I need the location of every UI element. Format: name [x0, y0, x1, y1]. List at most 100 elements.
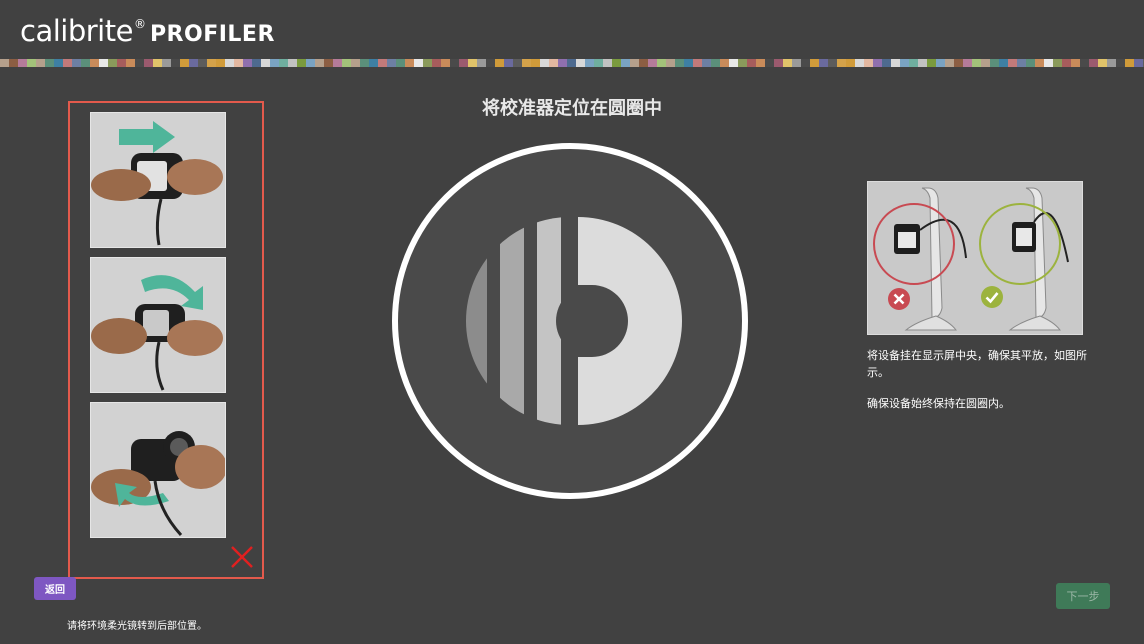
placement-instruction: 将设备挂在显示屏中央，确保其平放，如图所示。	[867, 349, 1087, 379]
color-swatch	[999, 59, 1008, 67]
color-swatch	[441, 59, 450, 67]
color-swatch	[261, 59, 270, 67]
color-swatch	[45, 59, 54, 67]
color-swatch	[585, 59, 594, 67]
color-swatch	[252, 59, 261, 67]
color-swatch	[477, 59, 486, 67]
color-swatch	[603, 59, 612, 67]
next-button[interactable]: 下一步	[1056, 583, 1110, 609]
color-swatch	[765, 59, 774, 67]
color-swatch	[126, 59, 135, 67]
color-swatch	[414, 59, 423, 67]
color-swatch	[1035, 59, 1044, 67]
color-swatch	[333, 59, 342, 67]
color-swatch	[720, 59, 729, 67]
profiler-window: calibrite ® PROFILER 将校准器定位在圆圈中 将设备挂在显示屏…	[0, 0, 1144, 644]
color-swatch	[324, 59, 333, 67]
color-swatch	[531, 59, 540, 67]
diffuser-step-2-image	[90, 257, 226, 393]
color-swatch	[756, 59, 765, 67]
monitor-placement-image	[867, 181, 1083, 335]
color-swatch	[891, 59, 900, 67]
color-swatch	[828, 59, 837, 67]
color-swatch	[297, 59, 306, 67]
color-swatch	[0, 59, 9, 67]
color-swatch	[936, 59, 945, 67]
color-swatch	[18, 59, 27, 67]
diffuser-step-1-image	[90, 112, 226, 248]
color-swatch	[747, 59, 756, 67]
color-swatch	[927, 59, 936, 67]
color-swatch	[396, 59, 405, 67]
color-swatch	[666, 59, 675, 67]
color-swatch	[954, 59, 963, 67]
color-swatch	[153, 59, 162, 67]
color-swatch	[198, 59, 207, 67]
app-header: calibrite ® PROFILER	[0, 0, 1144, 58]
color-swatch	[567, 59, 576, 67]
calibrator-target-circle	[391, 142, 749, 500]
color-swatch	[486, 59, 495, 67]
color-swatch	[981, 59, 990, 67]
keep-in-circle-instruction: 确保设备始终保持在圆圈内。	[867, 397, 1010, 410]
diffuser-hint-text: 请将环境柔光镜转到后部位置。	[67, 621, 207, 632]
color-swatch	[513, 59, 522, 67]
color-swatch	[1089, 59, 1098, 67]
color-swatch	[468, 59, 477, 67]
color-swatch	[873, 59, 882, 67]
color-swatch	[846, 59, 855, 67]
color-swatch	[657, 59, 666, 67]
color-swatch	[945, 59, 954, 67]
color-swatch	[675, 59, 684, 67]
color-swatch	[783, 59, 792, 67]
check-circle-icon	[980, 285, 1004, 309]
color-swatch	[1026, 59, 1035, 67]
color-swatch	[774, 59, 783, 67]
color-swatch	[1044, 59, 1053, 67]
color-swatch	[315, 59, 324, 67]
color-swatch	[900, 59, 909, 67]
color-swatch	[1125, 59, 1134, 67]
color-swatch	[648, 59, 657, 67]
color-swatch	[792, 59, 801, 67]
color-swatch	[27, 59, 36, 67]
color-swatch	[558, 59, 567, 67]
color-swatch	[270, 59, 279, 67]
color-swatch	[1053, 59, 1062, 67]
close-x-icon[interactable]	[230, 545, 254, 569]
color-swatch	[369, 59, 378, 67]
color-swatch	[1017, 59, 1026, 67]
color-swatch	[963, 59, 972, 67]
color-swatch	[117, 59, 126, 67]
logo-registered-mark: ®	[133, 17, 146, 31]
color-swatch	[522, 59, 531, 67]
color-swatch	[837, 59, 846, 67]
color-swatch	[81, 59, 90, 67]
color-swatch	[360, 59, 369, 67]
color-swatch	[405, 59, 414, 67]
color-swatch	[54, 59, 63, 67]
color-swatch	[144, 59, 153, 67]
color-swatch	[225, 59, 234, 67]
logo-brand-text: calibrite	[20, 14, 133, 48]
color-swatch	[711, 59, 720, 67]
color-swatch	[243, 59, 252, 67]
color-swatch	[180, 59, 189, 67]
color-swatch	[540, 59, 549, 67]
color-swatch	[819, 59, 828, 67]
color-swatch	[9, 59, 18, 67]
color-swatch	[135, 59, 144, 67]
color-swatch	[864, 59, 873, 67]
color-swatch	[1071, 59, 1080, 67]
color-swatch	[630, 59, 639, 67]
back-button[interactable]: 返回	[34, 577, 76, 600]
page-title: 将校准器定位在圆圈中	[482, 98, 662, 119]
color-swatch	[1080, 59, 1089, 67]
color-swatch	[378, 59, 387, 67]
color-swatch	[855, 59, 864, 67]
color-swatch	[351, 59, 360, 67]
color-swatch	[99, 59, 108, 67]
color-swatch	[693, 59, 702, 67]
color-swatch-strip	[0, 59, 1144, 67]
color-swatch	[918, 59, 927, 67]
